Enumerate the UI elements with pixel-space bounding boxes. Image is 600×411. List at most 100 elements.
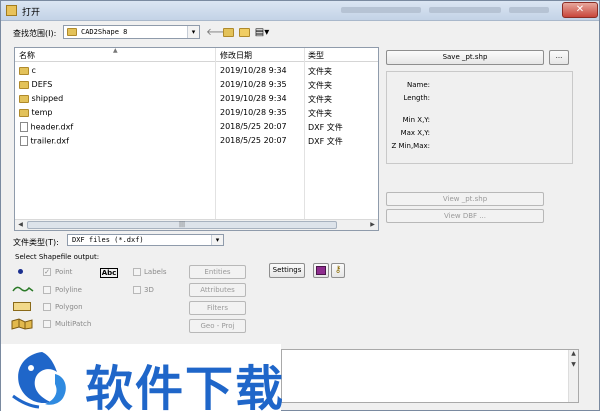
file-date: 2019/10/28 9:35 <box>220 80 287 89</box>
open-dialog: 打开 ✕ 查找范围(I): CAD2Shape 8 ▾ 🡐 ▤▾ 名称 ▲ 修改… <box>0 0 600 411</box>
file-type: DXF 文件 <box>308 123 343 132</box>
title-bar: 打开 ✕ <box>1 1 599 21</box>
titlebar-blur-area <box>509 7 549 13</box>
file-type: 文件夹 <box>308 109 332 118</box>
polyline-icon <box>12 286 34 292</box>
folder-icon <box>19 94 29 103</box>
multipatch-icon <box>11 318 33 330</box>
polygon-label: Polygon <box>55 303 83 311</box>
minxy-label: Min X,Y: <box>402 116 430 124</box>
polyline-checkbox[interactable] <box>43 286 51 294</box>
output-log[interactable]: ▲ ▼ <box>281 349 579 403</box>
file-name: trailer.dxf <box>30 136 69 146</box>
file-date: 2019/10/28 9:34 <box>220 94 287 103</box>
file-name: temp <box>31 108 53 117</box>
polygon-checkbox[interactable] <box>43 303 51 311</box>
file-type: 文件夹 <box>308 67 332 76</box>
scroll-up-icon[interactable]: ▲ <box>569 350 578 357</box>
file-row[interactable]: DEFS 2019/10/28 9:35 文件夹 <box>15 79 378 92</box>
entities-button[interactable]: Entities <box>189 265 246 279</box>
new-folder-icon[interactable] <box>237 26 251 40</box>
view-shp-button[interactable]: View _pt.shp <box>386 192 544 206</box>
polygon-icon <box>13 302 31 311</box>
view-menu-icon[interactable]: ▤▾ <box>253 26 271 40</box>
chevron-down-icon: ▾ <box>211 235 223 245</box>
multipatch-checkbox[interactable] <box>43 320 51 328</box>
polyline-label: Polyline <box>55 286 82 294</box>
abc-label-icon: Abc <box>100 268 118 278</box>
file-type: 文件夹 <box>308 95 332 104</box>
labels-label: Labels <box>144 268 167 276</box>
watermark: 软件下载 <box>1 344 283 411</box>
multipatch-label: MultiPatch <box>55 320 92 328</box>
3d-checkbox[interactable] <box>133 286 141 294</box>
point-checkbox[interactable]: ✓ <box>43 268 51 276</box>
file-date: 2018/5/25 20:07 <box>220 122 287 131</box>
file-name: c <box>31 66 36 75</box>
maxxy-label: Max X,Y: <box>400 129 430 137</box>
titlebar-blur-area <box>429 7 501 13</box>
lookin-value: CAD2Shape 8 <box>81 28 128 36</box>
point-label: Point <box>55 268 73 276</box>
shape-info-panel: Name: Length: Min X,Y: Max X,Y: Z Min,Ma… <box>386 71 573 164</box>
file-name: DEFS <box>31 80 53 89</box>
filetype-value: DXF files (*.dxf) <box>72 236 144 244</box>
file-name: shipped <box>31 94 64 103</box>
column-header-name[interactable]: 名称 <box>19 50 35 61</box>
save-button[interactable]: Save _pt.shp <box>386 50 544 65</box>
sort-arrow-icon: ▲ <box>113 47 118 54</box>
browse-button[interactable]: ... <box>549 50 569 65</box>
3d-label: 3D <box>144 286 154 294</box>
settings-button[interactable]: Settings <box>269 263 305 278</box>
dragon-logo-icon <box>12 352 66 409</box>
scroll-left-icon[interactable]: ◀ <box>15 220 26 230</box>
file-date: 2019/10/28 9:34 <box>220 66 287 75</box>
point-icon <box>18 269 23 274</box>
file-date: 2018/5/25 20:07 <box>220 136 287 145</box>
vertical-scrollbar[interactable]: ▲ ▼ <box>568 350 578 402</box>
geo-proj-button[interactable]: Geo - Proj <box>189 319 246 333</box>
lookin-dropdown[interactable]: CAD2Shape 8 ▾ <box>63 25 200 39</box>
folder-icon <box>19 80 29 89</box>
scrollbar-thumb[interactable]: ||| <box>27 221 337 229</box>
attributes-button[interactable]: Attributes <box>189 283 246 297</box>
dxf-file-icon <box>20 122 28 132</box>
window-title: 打开 <box>22 8 41 18</box>
file-row[interactable]: shipped 2019/10/28 9:34 文件夹 <box>15 93 378 106</box>
file-list[interactable]: 名称 ▲ 修改日期 类型 c 2019/10/28 9:34 文件夹 DEFS … <box>14 47 379 231</box>
close-icon: ✕ <box>575 4 585 15</box>
folder-icon <box>19 66 29 75</box>
file-type: 文件夹 <box>308 81 332 90</box>
scroll-down-icon[interactable]: ▼ <box>569 361 578 368</box>
chevron-down-icon: ▾ <box>187 26 199 38</box>
horizontal-scrollbar[interactable]: ◀ ||| ▶ <box>15 219 378 230</box>
shapefile-output-label: Select Shapefile output: <box>15 253 100 261</box>
filetype-label: 文件类型(T): <box>13 238 59 247</box>
book-icon[interactable] <box>313 263 329 278</box>
column-header-date[interactable]: 修改日期 <box>220 50 252 61</box>
name-label: Name: <box>406 81 430 89</box>
back-icon[interactable]: 🡐 <box>206 26 233 40</box>
column-header-type[interactable]: 类型 <box>308 50 324 61</box>
app-icon <box>6 5 17 16</box>
file-row[interactable]: header.dxf 2018/5/25 20:07 DXF 文件 <box>15 121 378 134</box>
view-dbf-button[interactable]: View DBF ... <box>386 209 544 223</box>
up-folder-icon[interactable] <box>221 26 235 40</box>
scroll-right-icon[interactable]: ▶ <box>367 220 378 230</box>
labels-checkbox[interactable] <box>133 268 141 276</box>
titlebar-blur-area <box>341 7 421 13</box>
key-icon[interactable]: ⚷ <box>331 263 345 278</box>
file-row[interactable]: temp 2019/10/28 9:35 文件夹 <box>15 107 378 120</box>
watermark-text: 软件下载 <box>85 361 286 411</box>
filetype-dropdown[interactable]: DXF files (*.dxf) ▾ <box>67 234 224 246</box>
file-row[interactable]: c 2019/10/28 9:34 文件夹 <box>15 65 378 78</box>
close-button[interactable]: ✕ <box>562 2 598 18</box>
filters-button[interactable]: Filters <box>189 301 246 315</box>
file-row[interactable]: trailer.dxf 2018/5/25 20:07 DXF 文件 <box>15 135 378 148</box>
file-name: header.dxf <box>30 122 74 132</box>
dxf-file-icon <box>20 136 28 146</box>
length-label: Length: <box>403 94 430 102</box>
folder-icon <box>19 108 29 117</box>
folder-icon <box>67 28 77 36</box>
file-date: 2019/10/28 9:35 <box>220 108 287 117</box>
